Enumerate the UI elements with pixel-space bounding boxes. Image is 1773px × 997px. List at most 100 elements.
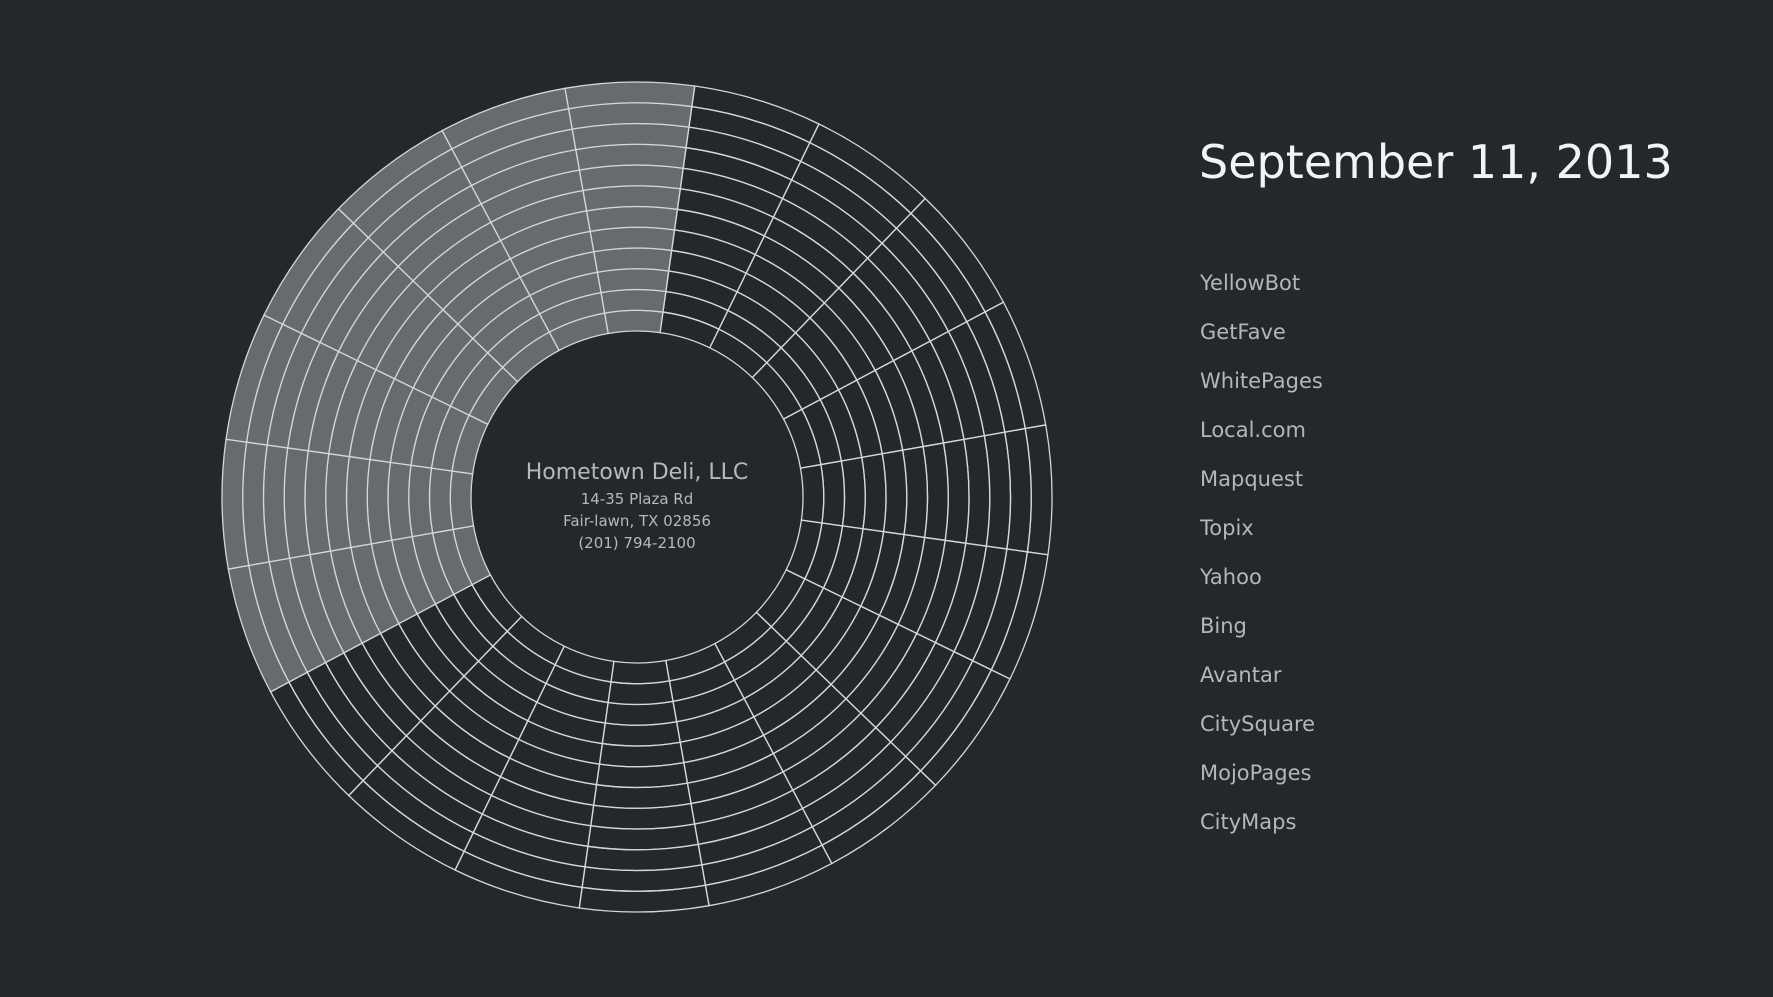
chart-segment — [755, 568, 1011, 787]
chart-cell — [751, 361, 803, 420]
chart-cell — [362, 764, 475, 853]
chart-cell — [822, 525, 864, 598]
chart-cell — [448, 675, 529, 741]
chart-cell — [604, 700, 678, 726]
chart-cell — [598, 741, 685, 768]
chart-cell — [428, 467, 454, 534]
chart-cell — [763, 216, 855, 289]
chart-cell — [585, 205, 679, 233]
chart-cell — [809, 302, 877, 381]
chart-cell — [772, 197, 869, 275]
chart-cell — [861, 453, 887, 533]
directory-item-avantar[interactable]: Avantar — [1200, 662, 1323, 711]
chart-cell — [821, 769, 937, 865]
chart-cell — [471, 574, 523, 633]
chart-cell — [668, 249, 748, 293]
chart-cell — [901, 445, 929, 539]
directory-item-yahoo[interactable]: Yahoo — [1200, 564, 1323, 613]
chart-cell — [762, 683, 847, 755]
chart-cell — [449, 470, 475, 531]
chart-cell — [675, 697, 755, 743]
chart-cell — [845, 623, 918, 715]
chart-segment — [785, 519, 1049, 680]
chart-cell — [325, 452, 352, 552]
chart-cell — [387, 461, 413, 541]
chart-cell — [665, 270, 738, 312]
chart-cell — [587, 823, 700, 851]
chart-cell — [801, 398, 843, 466]
chart-cell — [753, 669, 832, 737]
chart-cell — [691, 85, 820, 144]
directory-item-citysquare[interactable]: CitySquare — [1200, 711, 1323, 760]
chart-cell — [345, 455, 373, 549]
chart-cell — [673, 208, 766, 256]
chart-cell — [800, 596, 862, 671]
chart-cell — [545, 663, 612, 704]
chart-cell — [815, 605, 881, 686]
directory-item-getfave[interactable]: GetFave — [1200, 319, 1323, 368]
chart-cell — [603, 309, 664, 335]
chart-cell — [859, 530, 905, 617]
chart-cell — [454, 850, 583, 909]
chart-cell — [983, 431, 1012, 550]
chart-segment — [714, 611, 937, 865]
chart-cell — [874, 641, 955, 743]
chart-cell — [745, 253, 826, 319]
chart-cell — [1004, 427, 1032, 553]
chart-cell — [803, 522, 844, 589]
business-info: Hometown Deli, LLC 14-35 Plaza Rd Fair-l… — [487, 458, 787, 554]
chart-cell — [592, 782, 692, 809]
chart-cell — [915, 539, 967, 644]
chart-cell — [718, 309, 783, 364]
chart-cell — [324, 651, 408, 752]
chart-cell — [823, 287, 895, 372]
chart-cell — [708, 328, 768, 379]
chart-cell — [881, 449, 908, 536]
directory-item-yellowbot[interactable]: YellowBot — [1200, 270, 1323, 319]
chart-cell — [855, 369, 904, 455]
directory-list: YellowBot GetFave WhitePages Local.com M… — [1200, 270, 1323, 858]
chart-cell — [790, 160, 898, 245]
chart-cell — [405, 719, 502, 797]
directory-item-citymaps[interactable]: CityMaps — [1200, 809, 1323, 858]
chart-cell — [683, 734, 775, 784]
chart-cell — [408, 464, 434, 538]
chart-cell — [714, 611, 773, 663]
chart-cell — [499, 757, 598, 806]
chart-segment — [454, 645, 615, 909]
chart-cell — [723, 625, 788, 682]
chart-cell — [754, 235, 840, 304]
directory-item-bing[interactable]: Bing — [1200, 613, 1323, 662]
chart-cell — [852, 257, 932, 352]
chart-cell — [704, 844, 833, 907]
chart-cell — [596, 268, 670, 294]
chart-cell — [963, 434, 991, 547]
chart-cell — [379, 622, 451, 707]
chart-cell — [782, 712, 877, 792]
chart-cell — [578, 884, 710, 913]
chart-cell — [837, 272, 913, 362]
chart-cell — [668, 661, 736, 703]
chart-cell — [837, 379, 883, 459]
chart-cell — [662, 290, 729, 331]
directory-item-mojopages[interactable]: MojoPages — [1200, 760, 1323, 809]
directory-item-local-com[interactable]: Local.com — [1200, 417, 1323, 466]
chart-cell — [755, 568, 806, 628]
directory-item-topix[interactable]: Topix — [1200, 515, 1323, 564]
chart-cell — [288, 671, 379, 782]
chart-cell — [508, 738, 601, 786]
directory-item-whitepages[interactable]: WhitePages — [1200, 368, 1323, 417]
directory-item-mapquest[interactable]: Mapquest — [1200, 466, 1323, 515]
chart-cell — [830, 614, 899, 700]
chart-cell — [366, 458, 393, 545]
chart-cell — [419, 705, 511, 778]
chart-cell — [581, 864, 707, 892]
chart-cell — [895, 212, 986, 323]
chart-cell — [526, 701, 606, 745]
chart-cell — [984, 301, 1047, 430]
date-title: September 11, 2013 — [1199, 135, 1673, 189]
chart-cell — [490, 775, 595, 827]
chart-cell — [376, 749, 484, 834]
chart-cell — [904, 659, 993, 772]
chart-cell — [889, 650, 974, 758]
